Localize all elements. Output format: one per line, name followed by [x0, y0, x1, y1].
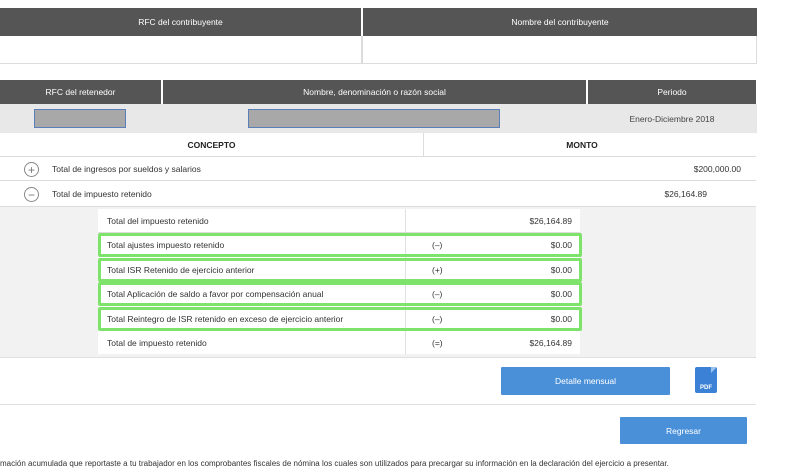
- nombre-contribuyente-value: [362, 36, 757, 64]
- concepto-header: CONCEPTO: [0, 133, 424, 157]
- razon-social-field: [248, 109, 500, 128]
- detalle-mensual-button[interactable]: Detalle mensual: [501, 367, 670, 395]
- detail-sign: (–): [432, 289, 443, 299]
- detail-amount: $26,164.89: [529, 337, 572, 348]
- nombre-contribuyente-header: Nombre del contribuyente: [363, 8, 757, 36]
- detail-label: Total ISR Retenido de ejercicio anterior: [107, 265, 255, 275]
- detail-amount: $0.00: [550, 265, 572, 275]
- expand-plus-icon[interactable]: +: [24, 162, 39, 177]
- detail-label: Total del impuesto retenido: [107, 216, 209, 226]
- row-amount: $200,000.00: [693, 164, 741, 174]
- rfc-contribuyente-value: [0, 36, 362, 64]
- rfc-retenedor-field: [34, 109, 126, 128]
- detail-amount: $0.00: [550, 289, 572, 299]
- regresar-button[interactable]: Regresar: [620, 417, 747, 444]
- detail-sign: (–): [432, 314, 443, 324]
- collapse-minus-icon[interactable]: −: [24, 187, 39, 202]
- rfc-contribuyente-header: RFC del contribuyente: [0, 8, 362, 36]
- row-label: Total de impuesto retenido: [52, 189, 152, 199]
- footer-note: mación acumulada que reportaste a tu tra…: [0, 458, 669, 468]
- detail-sign: (+): [432, 265, 443, 275]
- razon-social-header: Nombre, denominación o razón social: [163, 80, 587, 104]
- detail-sign: (–): [432, 240, 443, 250]
- detail-amount: $0.00: [550, 314, 572, 324]
- detail-amount: $26,164.89: [529, 216, 572, 226]
- detail-label: Total Reintegro de ISR retenido en exces…: [107, 314, 344, 324]
- detail-amount: $0.00: [550, 240, 572, 250]
- periodo-header: Periodo: [588, 80, 756, 104]
- detail-label: Total de impuesto retenido: [107, 337, 207, 348]
- pdf-fold-icon: [711, 367, 717, 373]
- rfc-retenedor-header: RFC del retenedor: [0, 80, 162, 104]
- monto-header: MONTO: [424, 133, 756, 157]
- pdf-icon[interactable]: PDF: [695, 367, 717, 393]
- detail-label: Total Aplicación de saldo a favor por co…: [107, 289, 324, 299]
- row-label: Total de ingresos por sueldos y salarios: [52, 164, 201, 174]
- detail-label: Total ajustes impuesto retenido: [107, 240, 225, 250]
- row-amount: $26,164.89: [664, 189, 707, 199]
- periodo-value: Enero-Diciembre 2018: [588, 104, 756, 133]
- detail-sign: (=): [432, 337, 443, 348]
